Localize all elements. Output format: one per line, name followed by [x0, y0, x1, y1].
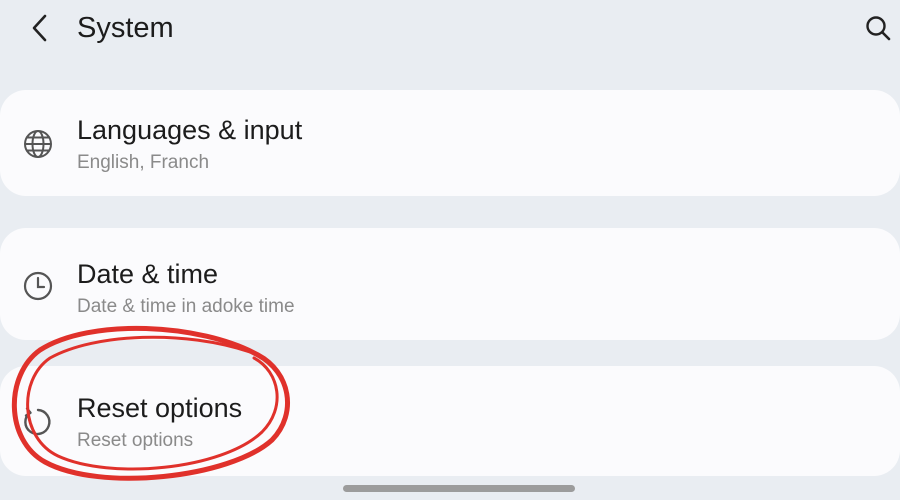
back-arrow-icon [32, 14, 47, 42]
search-button[interactable] [858, 8, 898, 48]
reset-icon [20, 404, 56, 440]
page-title: System [77, 12, 174, 44]
settings-item-reset[interactable]: Reset options Reset options [0, 366, 900, 476]
search-icon [866, 16, 891, 41]
settings-item-languages[interactable]: Languages & input English, Franch [0, 90, 900, 196]
clock-icon [20, 268, 56, 304]
item-title: Date & time [77, 259, 219, 289]
item-title: Languages & input [77, 115, 303, 145]
item-title: Reset options [77, 393, 243, 423]
home-indicator[interactable] [343, 485, 575, 492]
item-subtitle: Reset options [77, 430, 194, 451]
back-button[interactable] [20, 8, 60, 48]
globe-icon [20, 126, 56, 162]
item-subtitle: Date & time in adoke time [77, 296, 295, 317]
app-header: System [0, 0, 900, 60]
settings-item-date-time[interactable]: Date & time Date & time in adoke time [0, 228, 900, 340]
item-subtitle: English, Franch [77, 152, 210, 173]
